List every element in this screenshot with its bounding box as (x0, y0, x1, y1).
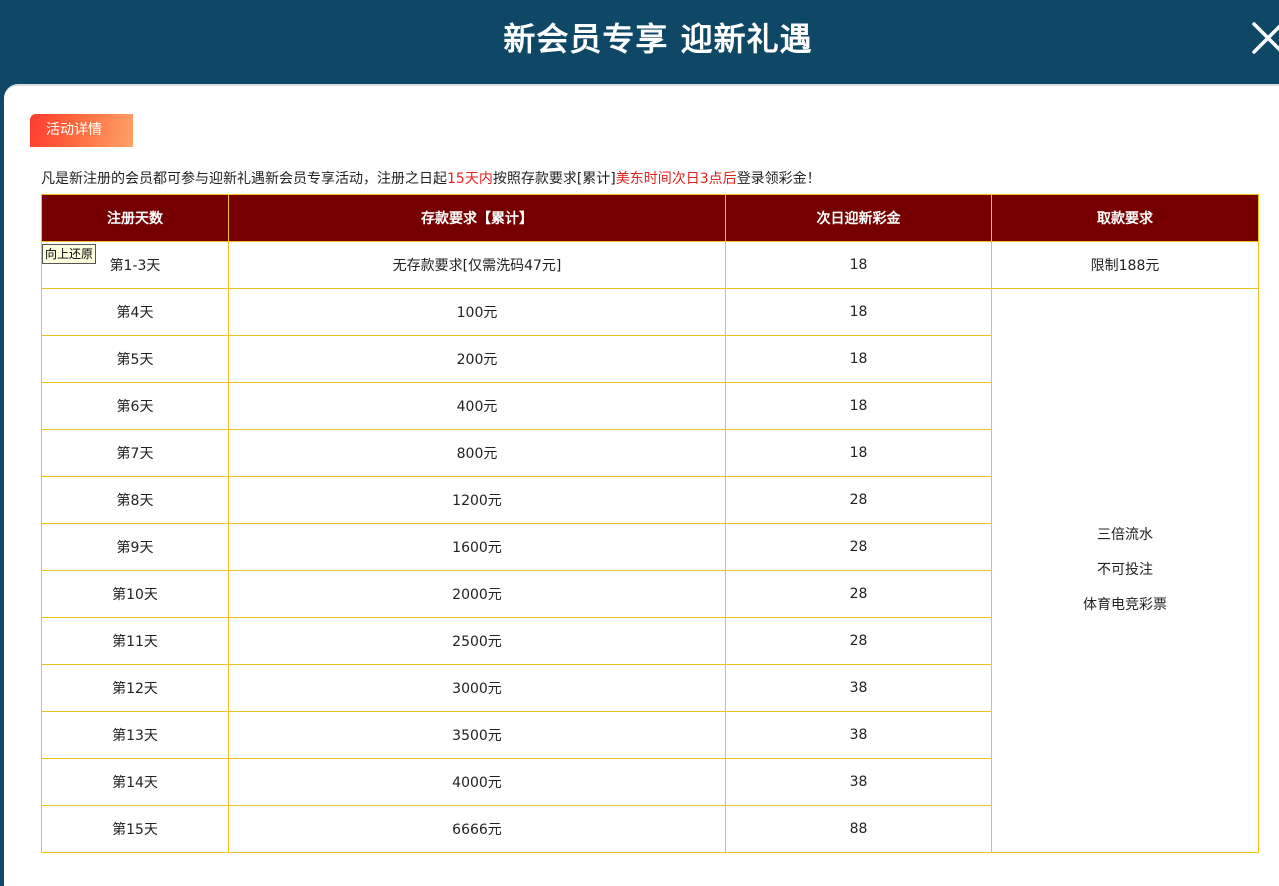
intro-text: 凡是新注册的会员都可参与迎新礼遇新会员专享活动，注册之日起15天内按照存款要求[… (41, 168, 821, 188)
cell-day: 第14天 (41, 758, 229, 806)
table-header-row: 注册天数 存款要求【累计】 次日迎新彩金 取款要求 (41, 194, 1259, 242)
cell-bonus: 18 (725, 382, 992, 430)
restore-up-tooltip: 向上还原 (42, 244, 97, 264)
cell-day: 第8天 (41, 476, 229, 524)
table-row: 第4天 100元 18 三倍流水 不可投注 体育电竞彩票 (41, 288, 1259, 853)
cell-deposit: 3500元 (228, 711, 726, 759)
cell-deposit: 1600元 (228, 523, 726, 571)
header-register-days: 注册天数 (41, 194, 229, 242)
cell-deposit: 无存款要求[仅需洗码47元] (228, 241, 726, 289)
cell-withdraw: 限制188元 (991, 241, 1259, 289)
cell-bonus: 28 (725, 523, 992, 571)
cell-bonus: 38 (725, 664, 992, 712)
intro-highlight-time: 美东时间次日3点后 (615, 171, 737, 187)
cell-deposit: 100元 (228, 288, 726, 336)
header-deposit-requirement: 存款要求【累计】 (228, 194, 726, 242)
table-row: 第1-3天 无存款要求[仅需洗码47元] 18 限制188元 (41, 241, 1259, 289)
cell-deposit: 1200元 (228, 476, 726, 524)
cell-day: 第7天 (41, 429, 229, 477)
withdraw-line: 三倍流水 (1097, 527, 1153, 543)
page-title: 新会员专享 迎新礼遇 (503, 20, 813, 58)
cell-bonus: 28 (725, 570, 992, 618)
cell-deposit: 2000元 (228, 570, 726, 618)
intro-middle: 按照存款要求[累计] (492, 171, 616, 187)
cell-bonus: 18 (725, 288, 992, 336)
cell-day: 第13天 (41, 711, 229, 759)
cell-bonus: 28 (725, 476, 992, 524)
cell-day: 第6天 (41, 382, 229, 430)
cell-withdraw-merged: 三倍流水 不可投注 体育电竞彩票 (991, 288, 1259, 853)
cell-bonus: 18 (725, 241, 992, 289)
intro-prefix: 凡是新注册的会员都可参与迎新礼遇新会员专享活动，注册之日起 (41, 171, 447, 187)
cell-bonus: 88 (725, 805, 992, 853)
cell-deposit: 6666元 (228, 805, 726, 853)
cell-deposit: 2500元 (228, 617, 726, 665)
header-next-day-bonus: 次日迎新彩金 (725, 194, 992, 242)
header-withdraw-requirement: 取款要求 (991, 194, 1259, 242)
close-icon[interactable] (1248, 18, 1279, 58)
cell-day: 第15天 (41, 805, 229, 853)
intro-highlight-days: 15天内 (447, 171, 493, 187)
cell-deposit: 800元 (228, 429, 726, 477)
cell-deposit: 4000元 (228, 758, 726, 806)
cell-day: 第4天 (41, 288, 229, 336)
cell-bonus: 38 (725, 711, 992, 759)
cell-day: 第11天 (41, 617, 229, 665)
cell-deposit: 200元 (228, 335, 726, 383)
cell-day: 第12天 (41, 664, 229, 712)
cell-day: 第10天 (41, 570, 229, 618)
withdraw-line: 不可投注 (1097, 562, 1153, 578)
cell-bonus: 28 (725, 617, 992, 665)
withdraw-line: 体育电竞彩票 (1083, 597, 1167, 613)
activity-details-tag: 活动详情 (30, 114, 133, 147)
intro-suffix: 登录领彩金！ (736, 171, 821, 187)
cell-day: 第9天 (41, 523, 229, 571)
cell-bonus: 18 (725, 335, 992, 383)
promo-table: 注册天数 存款要求【累计】 次日迎新彩金 取款要求 第1-3天 无存款要求[仅需… (41, 194, 1259, 853)
cell-deposit: 400元 (228, 382, 726, 430)
cell-deposit: 3000元 (228, 664, 726, 712)
header-bar: 新会员专享 迎新礼遇 (0, 0, 1279, 84)
cell-day: 第5天 (41, 335, 229, 383)
cell-bonus: 38 (725, 758, 992, 806)
cell-bonus: 18 (725, 429, 992, 477)
